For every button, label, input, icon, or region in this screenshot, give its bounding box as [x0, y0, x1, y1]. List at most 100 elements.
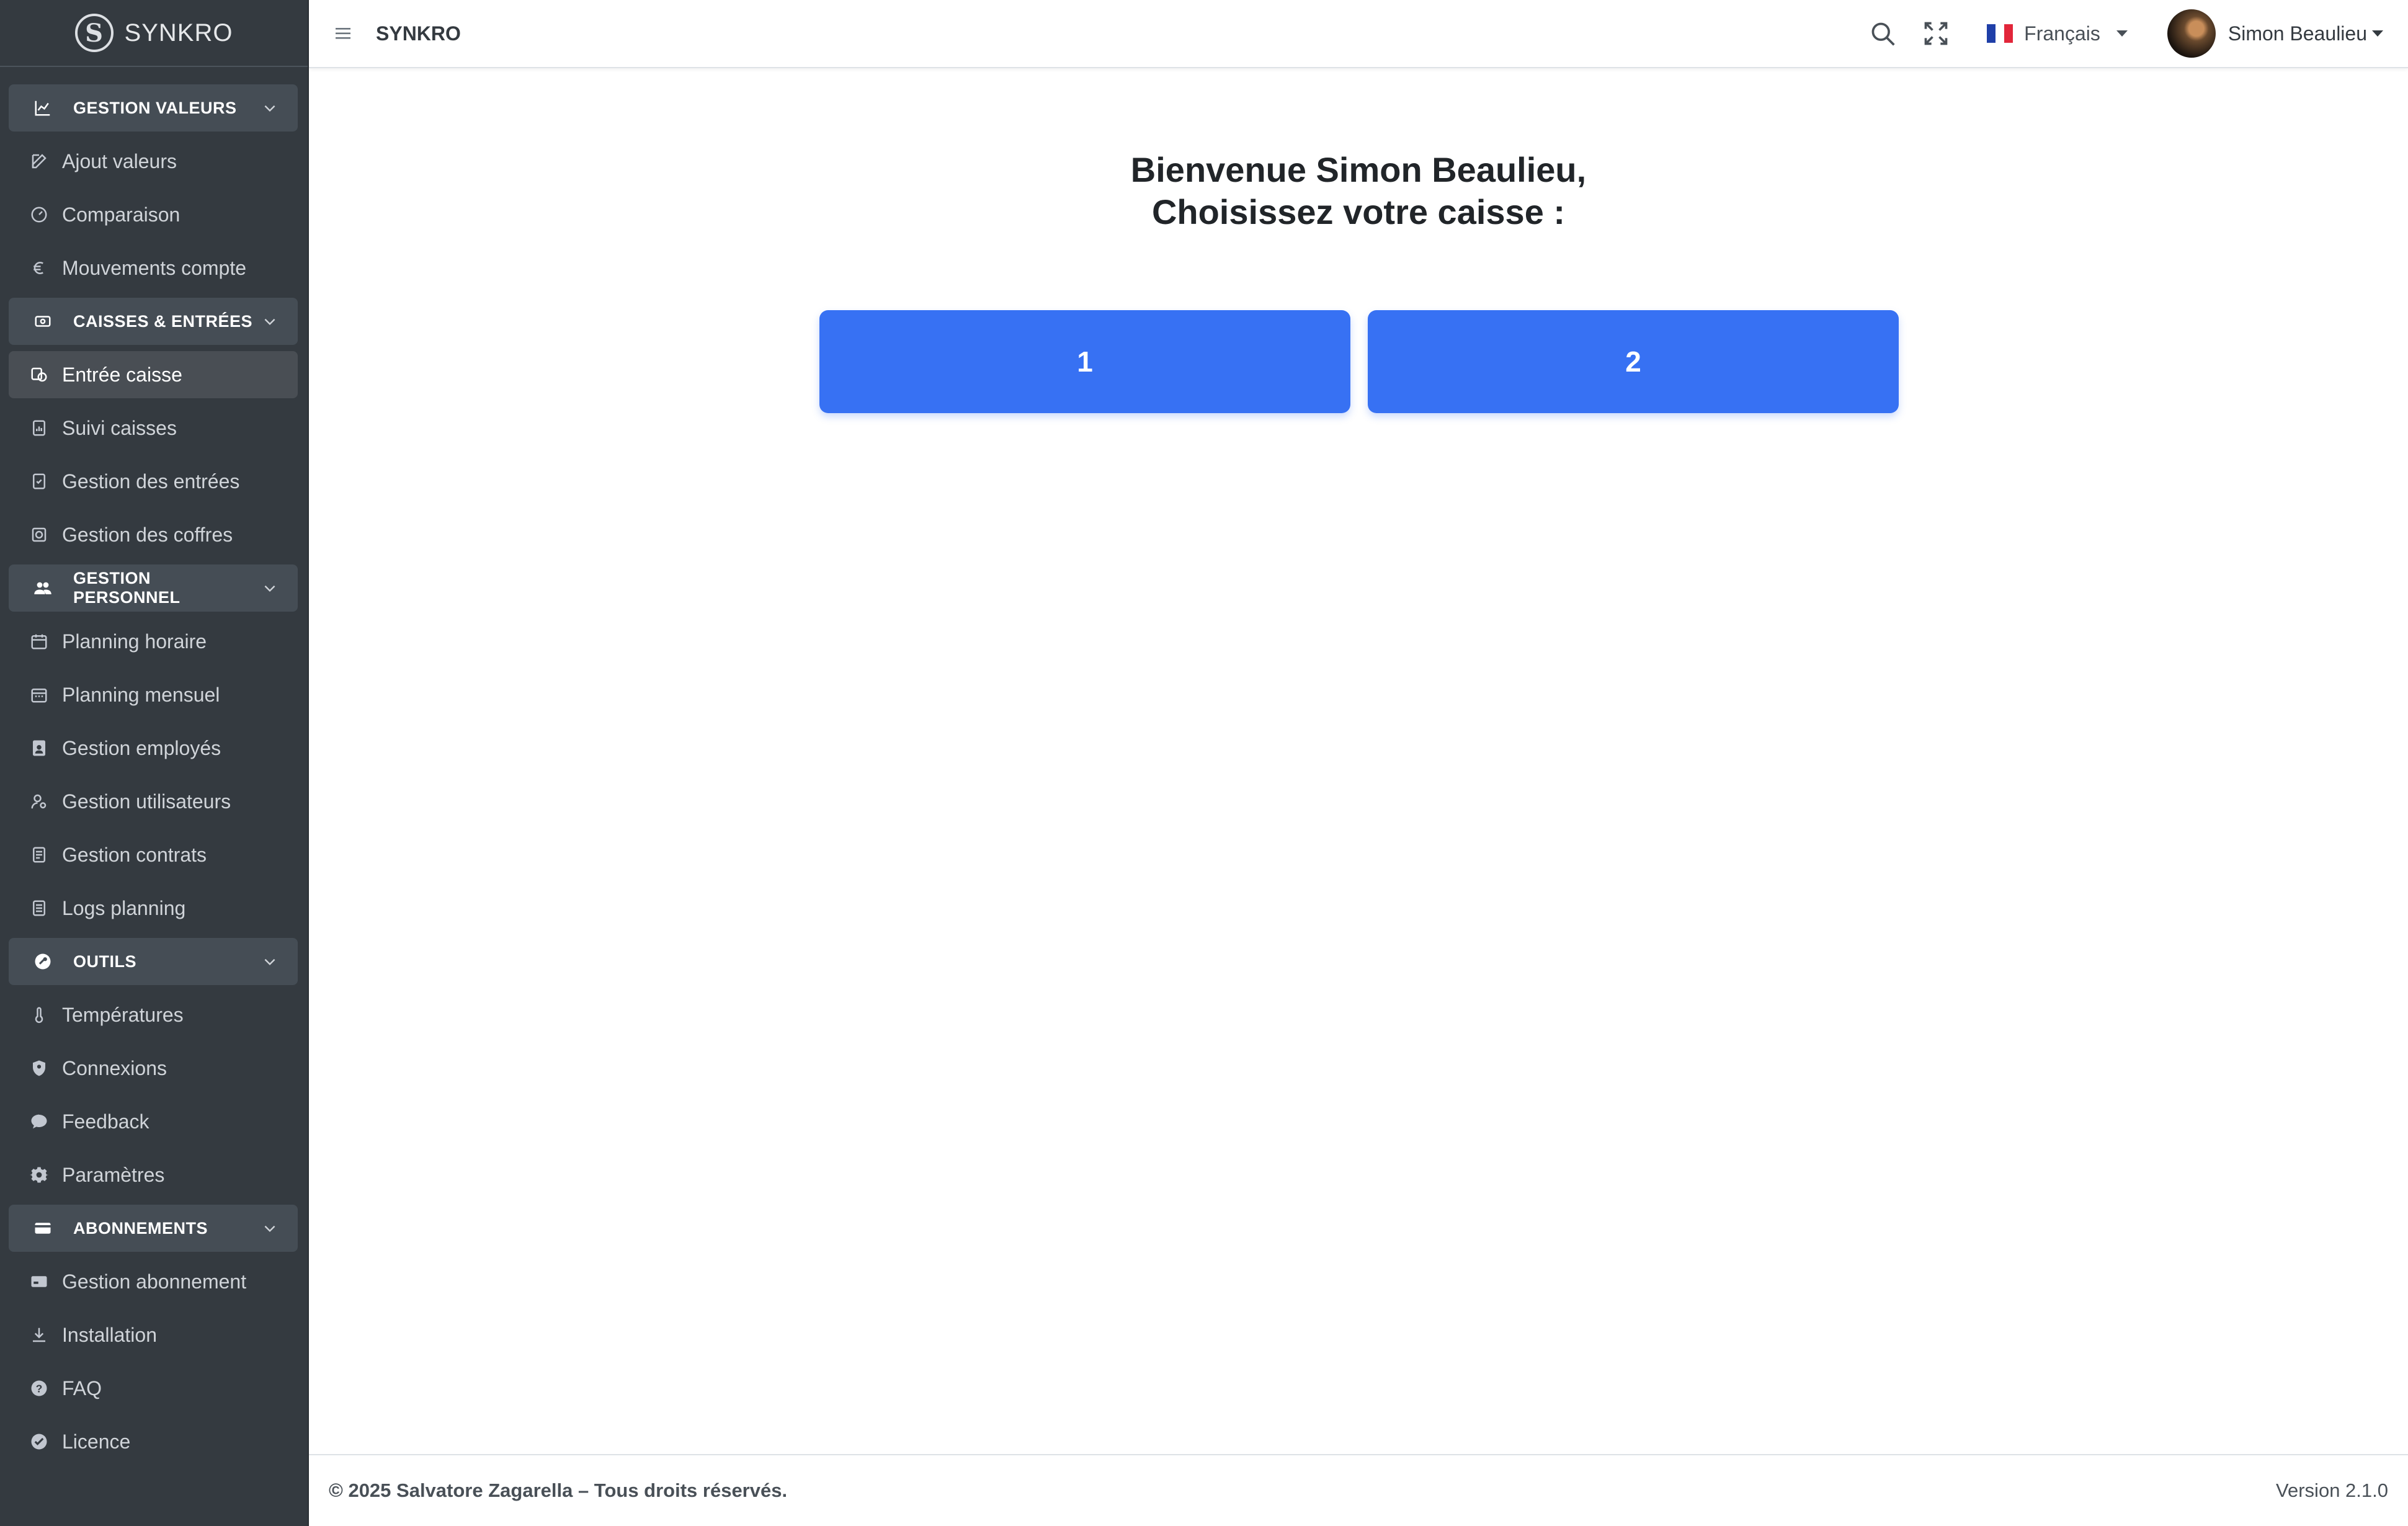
brand-name: SYNKRO — [124, 19, 233, 47]
sidebar-item-label: Gestion des entrées — [62, 470, 240, 493]
caisse-2-button[interactable]: 2 — [1368, 310, 1899, 413]
sidebar-item-label: Planning horaire — [62, 630, 207, 653]
nav-header-gestion-valeurs[interactable]: GESTION VALEURS — [9, 84, 298, 132]
nav-header-label: GESTION PERSONNEL — [73, 569, 181, 607]
nav-header-label: OUTILS — [73, 952, 136, 971]
cash-register-icon — [32, 311, 53, 332]
sidebar-item-label: Mouvements compte — [62, 256, 247, 279]
brand-link[interactable]: S SYNKRO — [0, 0, 308, 67]
caret-down-icon — [2116, 30, 2128, 37]
sidebar-nav: GESTION VALEURS Ajout valeurs Comparaiso… — [0, 67, 308, 1465]
sidebar-item-label: Températures — [62, 1003, 184, 1026]
svg-text:?: ? — [36, 1382, 43, 1394]
check-badge-icon — [29, 1431, 50, 1452]
sidebar-item-ajout-valeurs[interactable]: Ajout valeurs — [9, 138, 298, 185]
sidebar-item-suivi-caisses[interactable]: Suivi caisses — [9, 404, 298, 452]
sidebar-item-label: Planning mensuel — [62, 683, 220, 706]
sidebar-item-logs-planning[interactable]: Logs planning — [9, 885, 298, 932]
nav-header-gestion-personnel[interactable]: GESTION PERSONNEL — [9, 564, 298, 612]
sidebar-item-parametres[interactable]: Paramètres — [9, 1151, 298, 1198]
language-label: Français — [2024, 22, 2100, 45]
nav-header-caisses-entrees[interactable]: CAISSES & ENTRÉES — [9, 298, 298, 345]
avatar — [2167, 9, 2216, 58]
sidebar-item-label: Paramètres — [62, 1163, 165, 1186]
sidebar-item-label: Entrée caisse — [62, 363, 182, 386]
search-icon[interactable] — [1868, 19, 1897, 48]
gear-icon — [29, 1164, 50, 1185]
caret-down-icon — [2372, 30, 2383, 37]
sidebar-item-feedback[interactable]: Feedback — [9, 1098, 298, 1145]
coins-icon — [29, 364, 50, 385]
chevron-down-icon — [261, 99, 279, 117]
chart-line-icon — [32, 97, 53, 118]
chevron-down-icon — [261, 579, 279, 597]
id-badge-icon — [29, 738, 50, 759]
sidebar-item-label: Suivi caisses — [62, 416, 177, 439]
clipboard-check-icon — [29, 471, 50, 492]
user-cog-icon — [29, 791, 50, 812]
welcome-line-2: Choisissez votre caisse : — [1151, 192, 1566, 231]
sidebar-item-label: Gestion des coffres — [62, 523, 233, 546]
calendar-icon — [29, 631, 50, 652]
sidebar-item-comparaison[interactable]: Comparaison — [9, 191, 298, 238]
card-icon — [29, 1271, 50, 1292]
menu-toggle-icon[interactable] — [335, 25, 351, 42]
tools-icon — [32, 951, 53, 972]
top-navbar: SYNKRO Français Simon Beaulieu — [309, 0, 2408, 68]
shield-icon — [29, 1058, 50, 1079]
gauge-icon — [29, 204, 50, 225]
france-flag-icon — [1987, 24, 2013, 43]
nav-header-label: ABONNEMENTS — [73, 1218, 208, 1238]
chevron-down-icon — [261, 952, 279, 971]
chevron-down-icon — [261, 312, 279, 331]
language-dropdown[interactable]: Français — [1987, 22, 2128, 45]
calendar-month-icon — [29, 684, 50, 705]
app-name[interactable]: SYNKRO — [376, 22, 461, 45]
contract-icon — [29, 844, 50, 865]
main-content: Bienvenue Simon Beaulieu, Choisissez vot… — [309, 69, 2408, 1454]
nav-header-abonnements[interactable]: ABONNEMENTS — [9, 1205, 298, 1252]
user-menu[interactable]: Simon Beaulieu — [2167, 9, 2383, 58]
sidebar-item-label: FAQ — [62, 1377, 102, 1399]
nav-header-label: GESTION VALEURS — [73, 98, 237, 117]
sidebar-item-mouvements-compte[interactable]: Mouvements compte — [9, 244, 298, 292]
sidebar-item-gestion-employes[interactable]: Gestion employés — [9, 725, 298, 772]
sidebar-item-label: Gestion utilisateurs — [62, 790, 231, 813]
sidebar-item-temperatures[interactable]: Températures — [9, 991, 298, 1038]
sidebar-item-label: Gestion contrats — [62, 843, 207, 866]
nav-header-outils[interactable]: OUTILS — [9, 938, 298, 985]
synkro-logo-icon: S — [74, 14, 114, 52]
thermometer-icon — [29, 1004, 50, 1025]
download-icon — [29, 1324, 50, 1345]
sidebar-item-label: Ajout valeurs — [62, 149, 177, 172]
sidebar-item-faq[interactable]: ? FAQ — [9, 1365, 298, 1412]
footer-copyright: © 2025 Salvatore Zagarella – Tous droits… — [329, 1479, 788, 1501]
sidebar-item-entree-caisse[interactable]: Entrée caisse — [9, 351, 298, 398]
edit-icon — [29, 151, 50, 172]
sidebar-item-planning-mensuel[interactable]: Planning mensuel — [9, 671, 298, 718]
log-icon — [29, 898, 50, 919]
sidebar-item-installation[interactable]: Installation — [9, 1311, 298, 1359]
topbar-right: Français Simon Beaulieu — [1868, 0, 2408, 67]
sidebar-item-label: Licence — [62, 1430, 131, 1453]
sidebar-item-planning-horaire[interactable]: Planning horaire — [9, 618, 298, 665]
fullscreen-icon[interactable] — [1921, 19, 1951, 48]
sidebar-item-gestion-coffres[interactable]: Gestion des coffres — [9, 511, 298, 558]
sidebar-item-gestion-utilisateurs[interactable]: Gestion utilisateurs — [9, 778, 298, 825]
sidebar-item-gestion-contrats[interactable]: Gestion contrats — [9, 831, 298, 878]
users-icon — [32, 578, 53, 599]
sidebar-item-licence[interactable]: Licence — [9, 1418, 298, 1465]
caisse-1-button[interactable]: 1 — [819, 310, 1350, 413]
sidebar-item-connexions[interactable]: Connexions — [9, 1045, 298, 1092]
euro-icon — [29, 257, 50, 279]
sidebar: S SYNKRO GESTION VALEURS Ajout valeurs C… — [0, 0, 309, 1526]
sidebar-item-label: Logs planning — [62, 896, 186, 919]
chevron-down-icon — [261, 1219, 279, 1238]
footer-version: Version 2.1.0 — [2276, 1479, 2388, 1501]
sidebar-item-gestion-abonnement[interactable]: Gestion abonnement — [9, 1258, 298, 1305]
sidebar-item-label: Comparaison — [62, 203, 181, 226]
sidebar-item-gestion-entrees[interactable]: Gestion des entrées — [9, 458, 298, 505]
comment-icon — [29, 1111, 50, 1132]
sidebar-item-label: Feedback — [62, 1110, 149, 1133]
sidebar-item-label: Gestion abonnement — [62, 1270, 247, 1293]
